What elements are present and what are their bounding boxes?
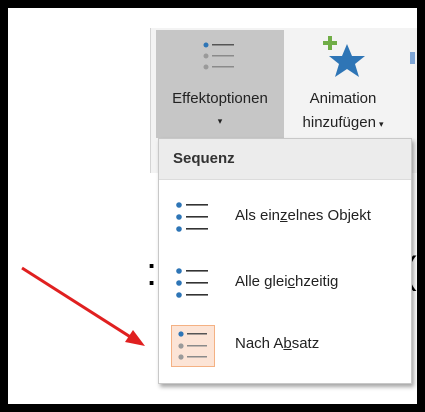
menu-item-label: Nach Absatz (235, 335, 320, 352)
add-animation-label-line2: hinzufügen ▾ (302, 114, 384, 131)
list-bullets-icon (171, 325, 215, 367)
list-bullets-icon (176, 202, 208, 232)
menu-item-label: Als einzelnes Objekt (235, 207, 371, 224)
effect-options-label: Effektoptionen (172, 90, 268, 107)
menu-item-all-at-once[interactable]: Alle gleichzeitig (159, 255, 411, 311)
dropdown-header: Sequenz (159, 139, 411, 180)
ribbon-edge-accent (410, 52, 415, 64)
chevron-down-icon: ▾ (217, 116, 223, 126)
list-bullets-icon (176, 268, 208, 298)
add-animation-button[interactable]: Animation hinzufügen ▾ (292, 30, 412, 138)
menu-item-as-one-object[interactable]: Als einzelnes Objekt (159, 189, 411, 245)
menu-item-label: Alle gleichzeitig (235, 273, 339, 290)
add-animation-label-line1: Animation (309, 90, 377, 107)
background-glyph-left: : (146, 250, 158, 294)
dropdown-header-label: Sequenz (173, 150, 235, 167)
menu-item-by-paragraph[interactable]: Nach Absatz (159, 317, 411, 373)
list-bullets-icon (203, 42, 234, 70)
sequence-dropdown: Sequenz Als einzelnes Objekt Alle gleich… (158, 138, 412, 384)
chevron-down-icon: ▾ (378, 119, 384, 129)
star-plus-icon (323, 36, 365, 77)
effect-options-button[interactable]: Effektoptionen ▾ (156, 30, 284, 138)
